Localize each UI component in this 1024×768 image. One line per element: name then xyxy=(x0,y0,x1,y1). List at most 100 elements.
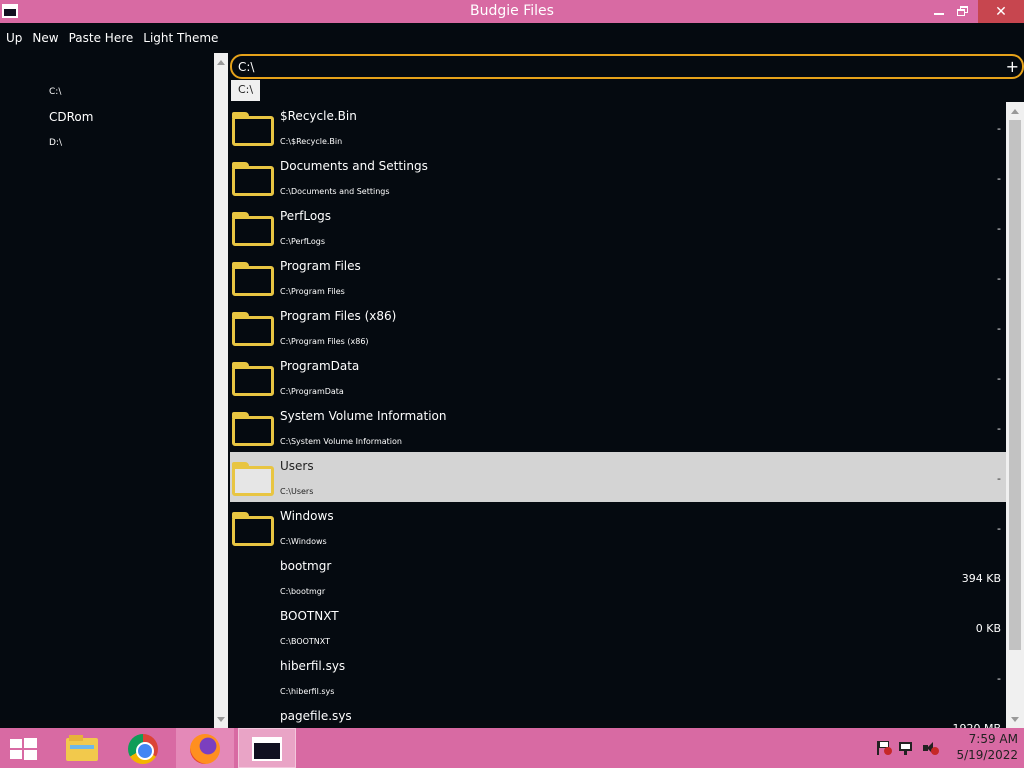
windows-logo-icon-tr xyxy=(24,738,37,748)
taskbar-clock[interactable]: 7:59 AM 5/19/2022 xyxy=(946,732,1018,762)
file-name: pagefile.sys xyxy=(280,709,352,723)
file-row[interactable]: BOOTNXT C:\BOOTNXT 0 KB xyxy=(230,602,1006,652)
sidebar-drive-list xyxy=(0,53,214,728)
file-name: ProgramData xyxy=(280,359,360,373)
file-name: $Recycle.Bin xyxy=(280,109,357,123)
folder-icon xyxy=(232,162,274,196)
file-row[interactable]: Program Files (x86) C:\Program Files (x86… xyxy=(230,302,1006,352)
file-name: hiberfil.sys xyxy=(280,659,346,673)
file-name: BOOTNXT xyxy=(280,609,339,623)
file-path: C:\System Volume Information xyxy=(280,437,402,446)
new-button[interactable]: New xyxy=(32,31,62,45)
restore-button[interactable] xyxy=(948,0,978,23)
folder-icon xyxy=(232,462,274,496)
breadcrumb[interactable]: C:\ xyxy=(231,80,261,101)
taskbar-file-explorer[interactable] xyxy=(54,728,112,768)
clock-time: 7:59 AM xyxy=(968,732,1018,746)
scroll-down-arrow-icon[interactable] xyxy=(1011,717,1019,722)
close-icon: ✕ xyxy=(995,3,1007,20)
file-size: - xyxy=(997,672,1001,685)
file-path: C:\Windows xyxy=(280,537,327,546)
file-name: Documents and Settings xyxy=(280,159,428,173)
file-name: bootmgr xyxy=(280,559,332,573)
paste-here-button[interactable]: Paste Here xyxy=(69,31,138,45)
file-path: C:\hiberfil.sys xyxy=(280,687,335,696)
folder-icon xyxy=(232,112,274,146)
start-button[interactable] xyxy=(8,737,38,761)
file-size: - xyxy=(997,422,1001,435)
file-size: - xyxy=(997,322,1001,335)
file-row[interactable]: pagefile.sysC:\pagefile.sys1920 MB xyxy=(230,702,1006,728)
system-tray xyxy=(870,728,946,768)
scroll-up-arrow-icon[interactable] xyxy=(1011,109,1019,114)
file-size: - xyxy=(997,472,1001,485)
file-size: - xyxy=(997,222,1001,235)
file-row[interactable]: Documents and Settings C:\Documents and S… xyxy=(230,152,1006,202)
file-size: - xyxy=(997,272,1001,285)
file-size: 0 KB xyxy=(975,622,1001,635)
sidebar-scrollbar[interactable] xyxy=(214,53,228,728)
file-row[interactable]: Windows C:\Windows - xyxy=(230,502,1006,552)
file-row[interactable]: PerfLogs C:\PerfLogs - xyxy=(230,202,1006,252)
minimize-icon xyxy=(934,12,944,15)
sidebar-drive-cdrom[interactable]: CDRom xyxy=(49,110,93,124)
file-size: - xyxy=(997,522,1001,535)
file-list-scrollbar[interactable] xyxy=(1006,102,1024,728)
network-icon[interactable] xyxy=(898,741,914,755)
file-path: C:\$Recycle.Bin xyxy=(280,137,343,146)
light-theme-button[interactable]: Light Theme xyxy=(143,31,222,45)
file-size: 394 KB xyxy=(961,572,1001,585)
budgie-files-icon xyxy=(252,737,282,761)
window-title: Budgie Files xyxy=(470,3,554,19)
action-center-flag-icon[interactable] xyxy=(876,741,892,755)
folder-icon xyxy=(232,312,274,346)
firefox-icon xyxy=(190,734,220,764)
add-icon[interactable]: + xyxy=(1006,57,1019,76)
file-name: Program Files xyxy=(280,259,361,273)
taskbar: 7:59 AM 5/19/2022 xyxy=(0,728,1024,768)
up-button[interactable]: Up xyxy=(6,31,26,45)
file-name: Users xyxy=(280,459,314,473)
volume-muted-icon[interactable] xyxy=(922,741,939,755)
file-size: - xyxy=(997,372,1001,385)
file-row[interactable]: ProgramData C:\ProgramData - xyxy=(230,352,1006,402)
file-name: PerfLogs xyxy=(280,209,332,223)
file-list: $Recycle.Bin C:\$Recycle.Bin - Documents an… xyxy=(230,102,1006,728)
folder-icon xyxy=(232,512,274,546)
file-row[interactable]: hiberfil.sys C:\hiberfil.sys - xyxy=(230,652,1006,702)
file-size: - xyxy=(997,122,1001,135)
file-path: C:\Documents and Settings xyxy=(280,187,390,196)
scroll-down-arrow-icon[interactable] xyxy=(217,717,225,722)
folder-icon xyxy=(232,412,274,446)
toolbar: Up New Paste Here Light Theme xyxy=(0,23,230,53)
title-bar[interactable]: Budgie Files ✕ xyxy=(0,0,1024,23)
folder-icon xyxy=(232,262,274,296)
clock-date: 5/19/2022 xyxy=(956,748,1018,762)
taskbar-firefox[interactable] xyxy=(176,728,234,768)
windows-logo-icon-bl xyxy=(10,750,22,759)
taskbar-chrome[interactable] xyxy=(114,728,172,768)
file-path: C:\Program Files (x86) xyxy=(280,337,369,346)
file-row[interactable]: Program Files C:\Program Files - xyxy=(230,252,1006,302)
taskbar-budgie-files[interactable] xyxy=(238,728,296,768)
file-size: - xyxy=(997,172,1001,185)
path-input[interactable] xyxy=(238,59,978,75)
file-path: C:\ProgramData xyxy=(280,387,344,396)
scrollbar-thumb[interactable] xyxy=(1009,120,1021,650)
file-row[interactable]: Users C:\Users - xyxy=(230,452,1006,502)
file-path: C:\Users xyxy=(280,487,314,496)
file-row[interactable]: $Recycle.Bin C:\$Recycle.Bin - xyxy=(230,102,1006,152)
file-path: C:\bootmgr xyxy=(280,587,326,596)
scroll-up-arrow-icon[interactable] xyxy=(217,60,225,65)
close-button[interactable]: ✕ xyxy=(978,0,1024,23)
folder-icon xyxy=(232,362,274,396)
file-row[interactable]: bootmgr C:\bootmgr 394 KB xyxy=(230,552,1006,602)
sidebar-drive-d[interactable]: D:\ xyxy=(49,138,62,148)
file-path: C:\Program Files xyxy=(280,287,345,296)
sidebar-drive-c[interactable]: C:\ xyxy=(49,87,61,97)
restore-icon-front xyxy=(957,9,965,16)
file-path: C:\PerfLogs xyxy=(280,237,325,246)
windows-logo-icon xyxy=(10,739,22,748)
file-name: Windows xyxy=(280,509,334,523)
file-row[interactable]: System Volume Information C:\System Volum… xyxy=(230,402,1006,452)
